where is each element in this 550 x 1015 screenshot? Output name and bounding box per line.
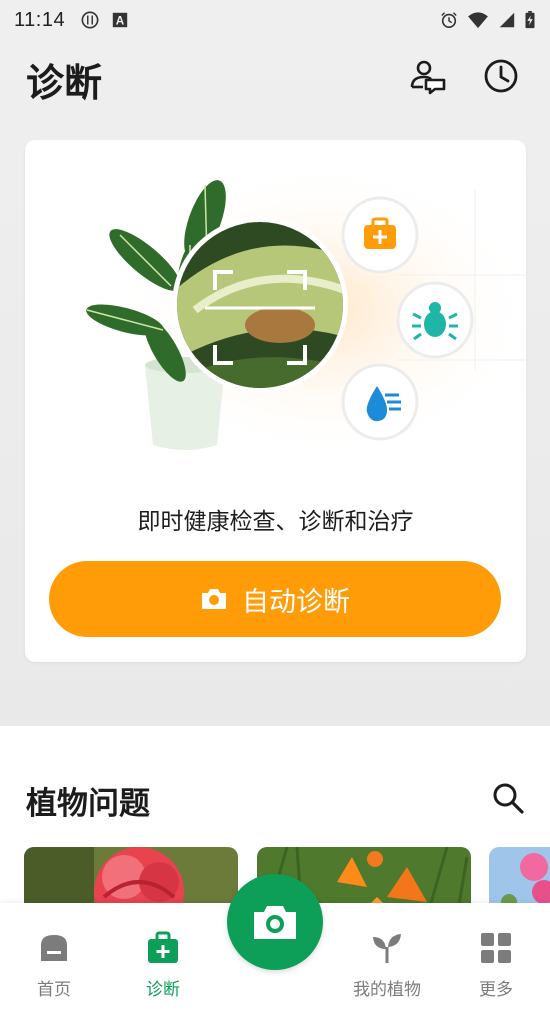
status-time: 11:14 (14, 8, 66, 31)
camera-icon (254, 906, 296, 939)
expert-chat-icon (410, 60, 446, 95)
camera-icon (202, 589, 226, 609)
search-icon (493, 783, 524, 814)
history-clock-icon (484, 59, 518, 93)
signal-icon (499, 12, 515, 28)
nav-diagnosis[interactable]: 诊断 (118, 903, 208, 1015)
font-a-icon: A (112, 12, 128, 28)
diagnosis-hero-illustration (86, 160, 526, 460)
gesture-bar (0, 1009, 550, 1015)
diagnosis-card: 即时健康检查、诊断和治疗 自动诊断 (25, 140, 526, 662)
nav-more-label: 更多 (479, 980, 513, 1000)
nav-home[interactable]: 首页 (9, 903, 99, 1015)
svg-text:A: A (116, 15, 125, 28)
nav-my-plants-label: 我的植物 (353, 980, 421, 1000)
sprout-icon (373, 934, 401, 963)
nav-my-plants[interactable]: 我的植物 (342, 903, 432, 1015)
status-bar: 11:14 A (0, 0, 550, 40)
card-tagline: 即时健康检查、诊断和治疗 (137, 509, 414, 535)
section-title-plant-problems: 植物问题 (26, 786, 150, 822)
nav-diagnosis-label: 诊断 (146, 980, 180, 1000)
page-title: 诊断 (26, 61, 103, 105)
nav-more[interactable]: 更多 (451, 903, 541, 1015)
home-icon (41, 935, 67, 961)
search-button[interactable] (487, 777, 529, 819)
restaurant-icon (81, 11, 99, 29)
wifi-icon (468, 12, 488, 29)
alarm-icon (441, 12, 457, 29)
camera-scan-button[interactable] (227, 874, 323, 970)
auto-diagnose-button[interactable]: 自动诊断 (49, 561, 501, 637)
grid-icon (481, 933, 511, 963)
expert-chat-button[interactable] (406, 54, 450, 98)
diagnosis-kit-icon (148, 931, 178, 963)
nav-home-label: 首页 (37, 980, 71, 1000)
auto-diagnose-label: 自动诊断 (242, 586, 350, 618)
battery-charging-icon (525, 11, 535, 29)
history-button[interactable] (479, 54, 523, 98)
